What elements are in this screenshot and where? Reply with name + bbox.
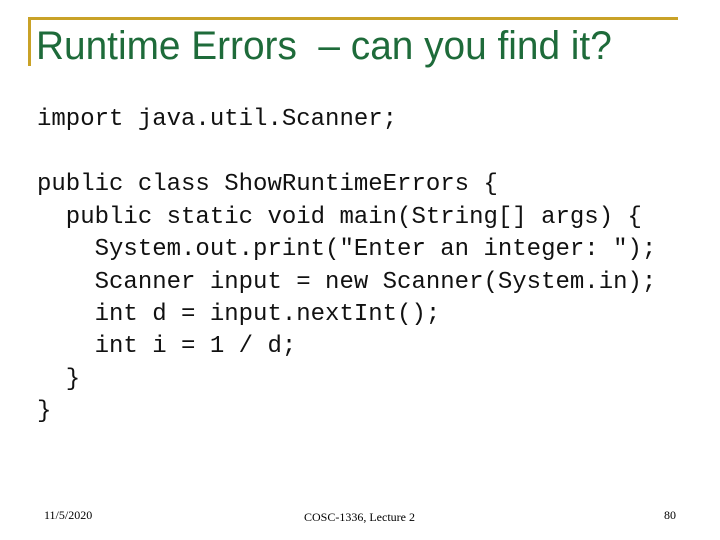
code-line-class-decl: public class ShowRuntimeErrors { [37, 171, 498, 198]
code-line-main-decl: public static void main(String[] args) { [37, 204, 642, 231]
title-accent-rule-vertical [28, 17, 31, 66]
code-line-scanner: Scanner input = new Scanner(System.in); [37, 269, 657, 296]
code-line-read-int: int d = input.nextInt(); [37, 301, 441, 328]
footer-page-number: 80 [664, 508, 676, 522]
footer-course: COSC-1336, Lecture 2 [304, 510, 415, 524]
code-line-close-method: } [37, 366, 81, 393]
slide-title: Runtime Errors – can you find it? [36, 24, 612, 68]
code-line-import: import java.util.Scanner; [37, 106, 398, 133]
code-line-print: System.out.print("Enter an integer: "); [37, 236, 657, 263]
code-line-divide: int i = 1 / d; [37, 333, 297, 360]
code-line-close-class: } [37, 398, 52, 425]
slide: Runtime Errors – can you find it? import… [0, 0, 720, 540]
footer-date: 11/5/2020 [44, 508, 93, 522]
